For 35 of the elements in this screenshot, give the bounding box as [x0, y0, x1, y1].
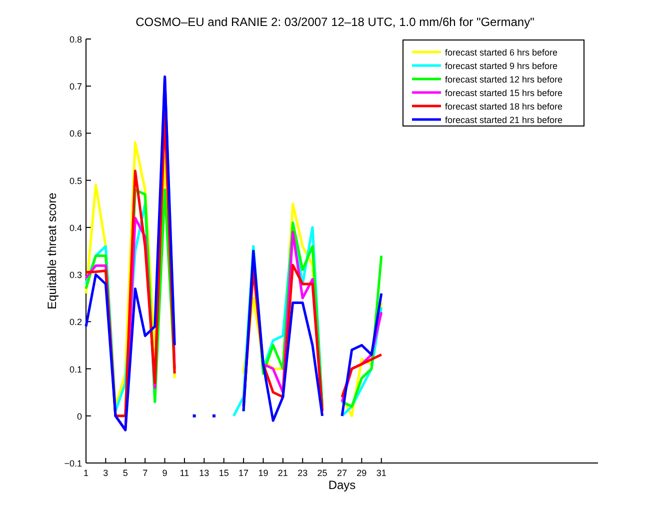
y-axis-label: Equitable threat score	[45, 192, 59, 310]
tick-label: 0	[76, 411, 82, 422]
tick-label: 7	[142, 468, 148, 478]
tick-label: 3	[103, 468, 108, 478]
tick-label: 1	[84, 468, 88, 478]
tick-label: 0.6	[69, 128, 82, 139]
tick-label: 21	[278, 468, 288, 478]
tick-label: 27	[337, 468, 347, 478]
tick-label: 31	[376, 468, 386, 478]
tick-label: 0.2	[69, 317, 82, 328]
tick-label: 11	[180, 468, 190, 478]
tick-label: 29	[356, 468, 367, 478]
legend-label: forecast started 21 hrs before	[445, 115, 563, 125]
tick-label: 13	[199, 468, 210, 478]
x-axis-label: Days	[328, 478, 356, 492]
tick-label: 15	[218, 468, 229, 478]
tick-label: 0.4	[69, 222, 82, 233]
tick-label: 0.7	[69, 82, 82, 92]
tick-label: 23	[298, 468, 308, 478]
tick-label: 9	[162, 468, 168, 478]
tick-label: 0.1	[69, 364, 82, 374]
legend-label: forecast started 12 hrs before	[445, 74, 563, 84]
tick-label: 19	[258, 468, 268, 478]
tick-label: 0.8	[69, 34, 82, 44]
tick-label: 0.3	[69, 270, 82, 280]
legend-label: forecast started 9 hrs before	[445, 61, 558, 71]
tick-label: 0.5	[69, 176, 82, 186]
tick-label: −0.1	[64, 458, 82, 468]
legend-label: forecast started 6 hrs before	[445, 48, 558, 58]
legend-label: forecast started 18 hrs before	[445, 102, 563, 112]
legend-label: forecast started 15 hrs before	[445, 88, 563, 98]
tick-label: 5	[122, 468, 128, 478]
tick-label: 25	[317, 468, 328, 478]
chart-title: COSMO–EU and RANIE 2: 03/2007 12–18 UTC, 1.0 mm/6h for "Germany"	[136, 15, 534, 29]
tick-label: 17	[238, 468, 249, 478]
